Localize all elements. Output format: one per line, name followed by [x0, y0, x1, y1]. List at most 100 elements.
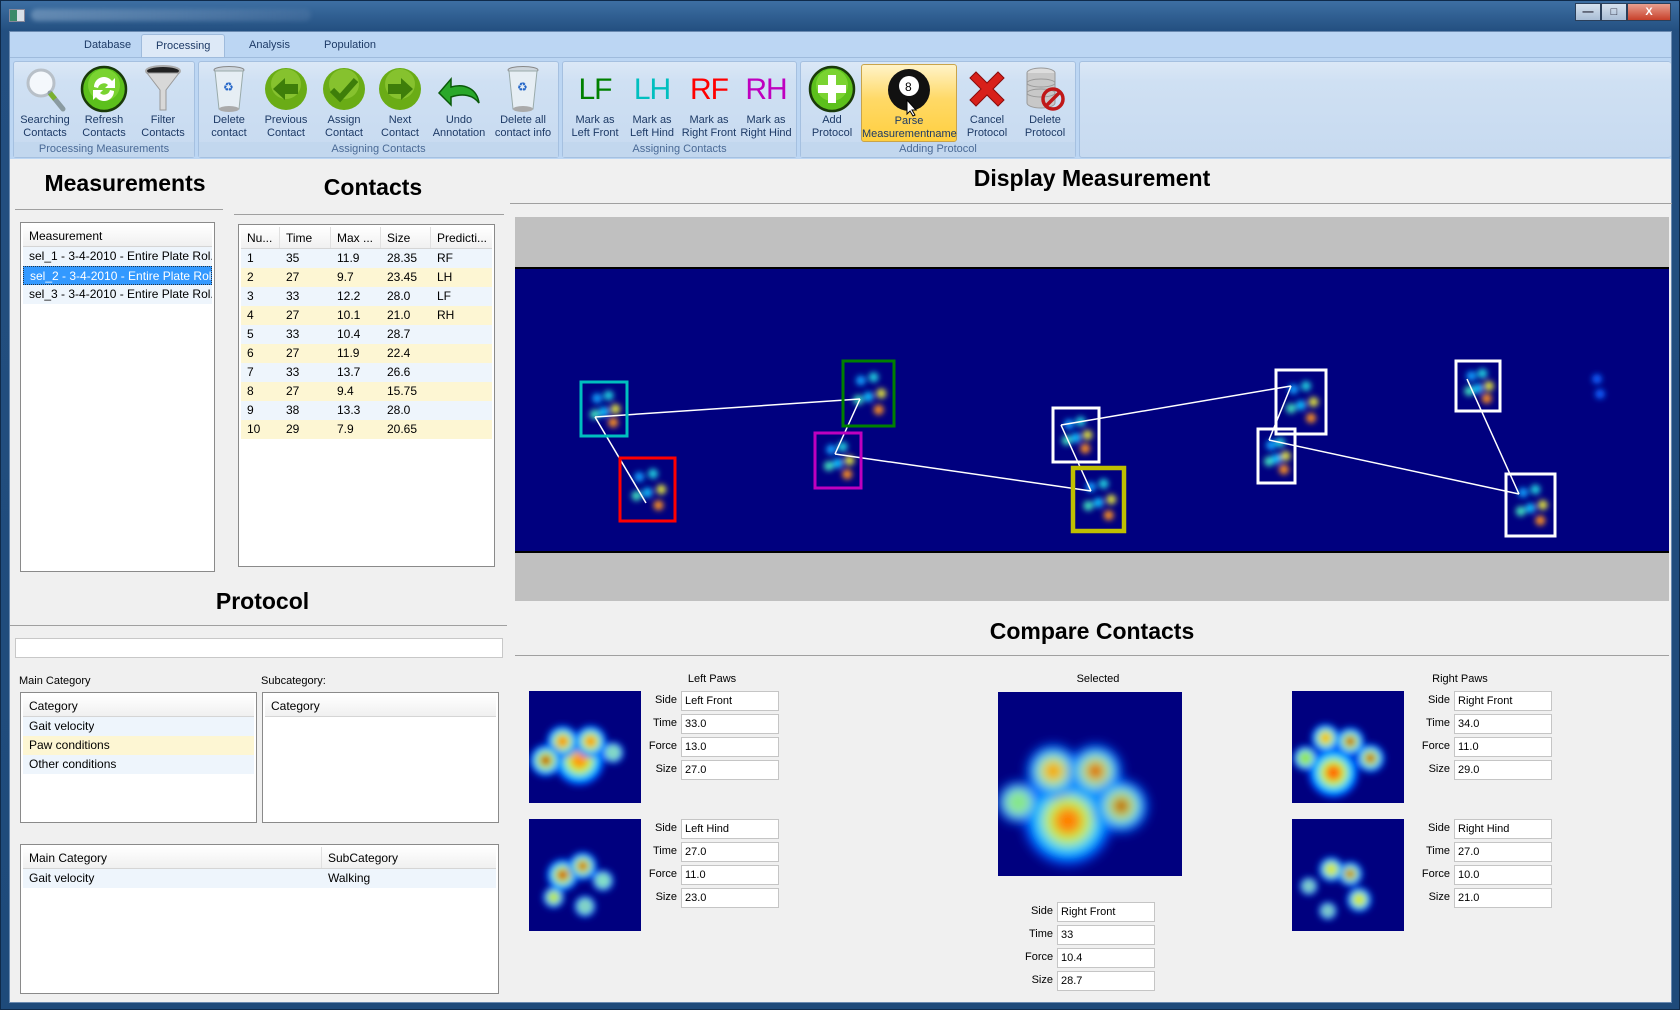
divider	[234, 214, 504, 215]
category-item[interactable]: Gait velocity	[23, 717, 254, 736]
left-front-side-field[interactable]: Left Front	[681, 691, 779, 711]
selected-time-field[interactable]: 33	[1057, 925, 1155, 945]
measurement-plate-view[interactable]	[515, 217, 1669, 601]
tab-processing[interactable]: Processing	[141, 34, 226, 58]
assigned-protocol-table[interactable]: Main Category SubCategory Gait velocity …	[20, 844, 499, 994]
column-header-time[interactable]: Time	[280, 227, 331, 248]
parse-measurementname-button[interactable]: 8 Parse Measurementname	[861, 64, 957, 142]
column-header-size[interactable]: Size	[381, 227, 431, 248]
refresh-contacts-button[interactable]: Refresh Contacts	[76, 64, 132, 142]
pressure-blob	[1083, 500, 1094, 511]
right-hind-time-field[interactable]: 27.0	[1454, 842, 1552, 862]
subcategory-list[interactable]: Category	[262, 692, 499, 823]
contact-overlay	[579, 359, 1605, 538]
right-hind-force-field[interactable]: 10.0	[1454, 865, 1552, 885]
column-header-main-category[interactable]: Main Category	[23, 847, 322, 868]
cell-prediction	[431, 401, 492, 420]
column-header-max-force[interactable]: Max ...	[331, 227, 381, 248]
right-front-side-field[interactable]: Right Front	[1454, 691, 1552, 711]
left-hind-force-field[interactable]: 11.0	[681, 865, 779, 885]
cell-prediction: LH	[437, 270, 453, 284]
pressure-blob	[863, 391, 874, 402]
previous-contact-button[interactable]: Previous Contact	[257, 64, 315, 142]
right-hind-size-field[interactable]: 21.0	[1454, 888, 1552, 908]
delete-contact-button[interactable]: ♻ Delete contact	[203, 64, 255, 142]
cell-number: 2	[247, 270, 254, 284]
assign-contact-button[interactable]: Assign Contact	[317, 64, 371, 142]
contacts-table[interactable]: Nu... Time Max ... Size Predicti... 1 35 1…	[238, 224, 495, 567]
add-protocol-button[interactable]: Add Protocol	[805, 64, 859, 142]
column-header-prediction[interactable]: Predicti...	[431, 227, 492, 248]
column-header-category[interactable]: Category	[23, 695, 254, 716]
left-hind-time-field[interactable]: 27.0	[681, 842, 779, 862]
pressure-blob	[1525, 503, 1536, 514]
left-hind-side-field[interactable]: Left Hind	[681, 819, 779, 839]
tab-database[interactable]: Database	[70, 34, 145, 58]
column-header-subcategory[interactable]: SubCategory	[322, 847, 492, 868]
tab-analysis[interactable]: Analysis	[235, 34, 304, 58]
left-hind-size-field[interactable]: 23.0	[681, 888, 779, 908]
contact-row[interactable]: 10 29 7.9 20.65	[241, 420, 492, 439]
mark-left-front-button[interactable]: LF Mark as Left Front	[567, 64, 623, 142]
cancel-protocol-button[interactable]: Cancel Protocol	[959, 64, 1015, 142]
cell-max-force: 10.1	[337, 308, 361, 322]
delete-protocol-button[interactable]: Delete Protocol	[1017, 64, 1073, 142]
delete-all-contact-info-button[interactable]: ♻ Delete all contact info	[491, 64, 555, 142]
measurement-item-selected[interactable]: sel_2 - 3-4-2010 - Entire Plate Rol...	[23, 266, 212, 285]
contacts-title: Contacts	[323, 174, 423, 200]
contact-row[interactable]: 5 33 10.4 28.7	[241, 325, 492, 344]
cell-size: 22.4	[387, 346, 411, 360]
selected-force-field[interactable]: 10.4	[1057, 948, 1155, 968]
pressure-blob	[1271, 453, 1282, 464]
contact-row[interactable]: 8 27 9.4 15.75	[241, 382, 492, 401]
category-item[interactable]: Other conditions	[23, 755, 254, 774]
left-front-time-field[interactable]: 33.0	[681, 714, 779, 734]
mark-right-hind-button[interactable]: RH Mark as Right Hind	[737, 64, 795, 142]
left-front-size-field[interactable]: 27.0	[681, 760, 779, 780]
undo-annotation-button[interactable]: Undo Annotation	[429, 64, 489, 142]
filter-contacts-button[interactable]: Filter Contacts	[134, 64, 192, 142]
protocol-input[interactable]	[15, 638, 503, 658]
contact-row[interactable]: 6 27 11.9 22.4	[241, 344, 492, 363]
cell-size: 20.65	[387, 422, 418, 436]
minimize-button[interactable]: —	[1575, 3, 1601, 21]
measurement-item[interactable]: sel_1 - 3-4-2010 - Entire Plate Rol...	[23, 247, 212, 266]
contact-row[interactable]: 7 33 13.7 26.6	[241, 363, 492, 382]
maximize-button[interactable]: □	[1601, 3, 1627, 21]
pressure-blob	[833, 458, 843, 469]
column-header-number[interactable]: Nu...	[241, 227, 280, 248]
tab-population[interactable]: Population	[310, 34, 390, 58]
measurements-list[interactable]: Measurement sel_1 - 3-4-2010 - Entire Pl…	[20, 222, 215, 572]
measurement-label: sel_2 - 3-4-2010 - Entire Plate Rol...	[30, 269, 211, 283]
column-header-category[interactable]: Category	[265, 695, 496, 716]
measurement-item[interactable]: sel_3 - 3-4-2010 - Entire Plate Rol...	[23, 285, 212, 304]
button-label: Filter	[150, 114, 176, 126]
pressure-blob	[1530, 484, 1541, 495]
close-button[interactable]: X	[1627, 3, 1671, 21]
contact-row[interactable]: 4 27 10.1 21.0 RH	[241, 306, 492, 325]
contact-row[interactable]: 1 35 11.9 28.35 RF	[241, 249, 492, 268]
size-label: Size	[1428, 763, 1450, 775]
contact-row[interactable]: 3 33 12.2 28.0 LF	[241, 287, 492, 306]
main-category-list[interactable]: Category Gait velocity Paw conditions Ot…	[20, 692, 257, 823]
table-row[interactable]: Gait velocity Walking	[23, 869, 496, 888]
right-hind-side-field[interactable]: Right Hind	[1454, 819, 1552, 839]
category-item[interactable]: Paw conditions	[23, 736, 254, 755]
mark-left-hind-button[interactable]: LH Mark as Left Hind	[625, 64, 679, 142]
right-front-time-field[interactable]: 34.0	[1454, 714, 1552, 734]
right-front-size-field[interactable]: 29.0	[1454, 760, 1552, 780]
column-header-measurement[interactable]: Measurement	[23, 225, 212, 246]
right-front-force-field[interactable]: 11.0	[1454, 737, 1552, 757]
searching-contacts-button[interactable]: Searching Contacts	[16, 64, 74, 142]
left-paws-caption: Left Paws	[687, 673, 737, 685]
next-contact-button[interactable]: Next Contact	[373, 64, 427, 142]
selected-size-field[interactable]: 28.7	[1057, 971, 1155, 991]
selected-side-field[interactable]: Right Front	[1057, 902, 1155, 922]
contact-row[interactable]: 2 27 9.7 23.45 LH	[241, 268, 492, 287]
contact-row[interactable]: 9 38 13.3 28.0	[241, 401, 492, 420]
pressure-blob	[1484, 381, 1494, 391]
mark-right-front-button[interactable]: RF Mark as Right Front	[679, 64, 739, 142]
pressure-plate-heatmap[interactable]	[515, 267, 1669, 553]
cell-prediction	[431, 363, 492, 382]
left-front-force-field[interactable]: 13.0	[681, 737, 779, 757]
